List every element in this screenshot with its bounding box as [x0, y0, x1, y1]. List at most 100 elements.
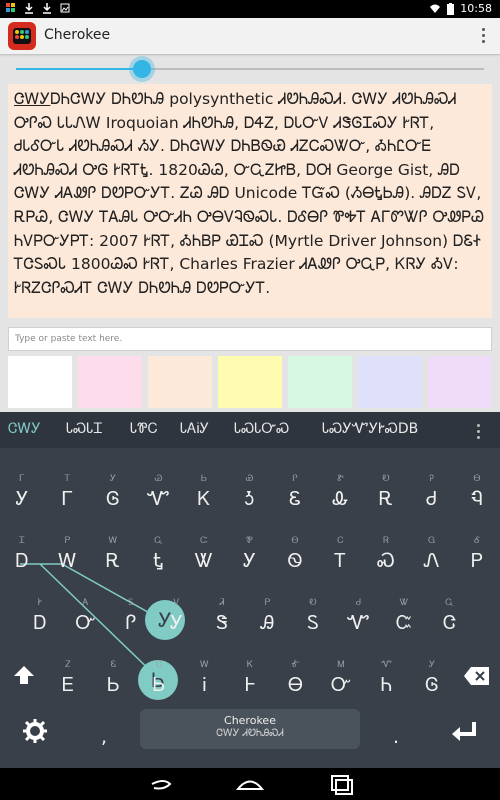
key[interactable]: ᏣᏏ: [137, 660, 181, 710]
key[interactable]: ᏊᏉ: [137, 474, 181, 524]
key[interactable]: ᏏᏦ: [182, 474, 226, 524]
key-hint: Ꭷ: [309, 598, 317, 608]
key[interactable]: ᏔᏨ: [382, 598, 426, 648]
key[interactable]: ᎾᏫ: [273, 536, 317, 586]
key-label: Ꮪ: [307, 612, 319, 634]
key[interactable]: ᎨᎠ: [18, 598, 62, 648]
key[interactable]: ᎱᎩ: [0, 474, 44, 524]
color-swatch[interactable]: [218, 356, 282, 408]
key-hint: Ꮲ: [64, 536, 71, 546]
key-label: Ꭱ: [378, 488, 394, 510]
suggestion-item[interactable]: ᏓᏍᏓᏆ: [66, 421, 103, 437]
key-label: Ꮀ: [244, 674, 256, 696]
key[interactable]: ᏟᎢ: [319, 536, 363, 586]
suggestion-item[interactable]: ᏣᎳᎩ: [8, 421, 41, 437]
key[interactable]: ᏘᏕ: [200, 598, 244, 648]
key-label: Ꭿ: [260, 612, 275, 634]
key[interactable]: ᎧᏚ: [291, 598, 335, 648]
key-label: Ꮤ: [194, 550, 214, 572]
key-hint: Ꮳ: [155, 660, 163, 670]
spacebar[interactable]: Cherokee ᏣᎳᎩ ᏗᏬᏂᎯᏍᏗ: [140, 709, 360, 749]
key-hint: Ꭾ: [429, 474, 434, 484]
key[interactable]: ᎳᎡ: [91, 536, 135, 586]
key[interactable]: ᏈᎩ: [228, 536, 272, 586]
key-hint: Ꮖ: [19, 536, 25, 546]
keyboard: ᏣᎳᎩ ᏓᏍᏓᏆ ᏓᏈᏟ ᏓᎪᎥᎩ ᏓᏍᏓᏅᏍ ᏓᏍᎩᏉᎩᎨᏍDB Ꭹ Ꮟ , Chero…: [0, 412, 500, 768]
suggestion-item[interactable]: ᏓᏍᏓᏅᏍ: [234, 421, 289, 437]
color-swatch[interactable]: [8, 356, 72, 408]
key[interactable]: ᎧᎡ: [364, 474, 408, 524]
key-label: Ꮲ: [471, 550, 483, 572]
suggestion-more-icon[interactable]: [477, 424, 480, 442]
backspace-icon: [464, 667, 489, 685]
cherokee-text-area[interactable]: ᏣᎳᎩᎠᏂᏣᎳᎩ ᎠᏂᏬᏂᎯ polysynthetic ᏗᏬᏂᎯᏍᏗ. ᏣᎳᎩ…: [8, 84, 492, 318]
key[interactable]: ᏢᎯ: [246, 598, 290, 648]
key[interactable]: ᎷᏅ: [319, 660, 363, 710]
recent-apps-icon[interactable]: [320, 772, 360, 796]
key[interactable]: ᏑᎲ: [319, 474, 363, 524]
key-label: Ꮟ: [152, 674, 166, 696]
comma-key[interactable]: ,: [82, 712, 126, 762]
shift-key[interactable]: [10, 662, 38, 690]
enter-key[interactable]: [448, 718, 480, 746]
key[interactable]: ᏢᎳ: [46, 536, 90, 586]
key[interactable]: ᎹᎾ: [274, 660, 318, 710]
color-swatch[interactable]: [78, 356, 142, 408]
key[interactable]: ᏩᎿ: [137, 536, 181, 586]
key[interactable]: ᏋᏏ: [92, 660, 136, 710]
key-label: Ꮁ: [61, 488, 74, 510]
key[interactable]: ᏀᏁ: [410, 536, 454, 586]
key-hint: Ꮘ: [246, 536, 253, 546]
key[interactable]: ᎳᎥ: [183, 660, 227, 710]
font-size-slider[interactable]: [16, 60, 484, 78]
color-swatch[interactable]: [288, 356, 352, 408]
key[interactable]: ᎪᏅ: [64, 598, 108, 648]
gear-icon: [23, 719, 47, 743]
key[interactable]: ᏆᎠ: [0, 536, 44, 586]
color-swatch[interactable]: [148, 356, 212, 408]
slider-thumb[interactable]: [133, 60, 152, 78]
underlined-word: ᏣᎳᎩ: [14, 90, 51, 108]
key-label: Ꮸ: [395, 612, 413, 634]
suggestion-item[interactable]: ᏓᏈᏟ: [130, 421, 158, 437]
key[interactable]: ᏩᏣ: [428, 598, 472, 648]
text-input[interactable]: Type or paste text here.: [8, 327, 492, 351]
key[interactable]: ᎩᎶ: [410, 660, 454, 710]
key[interactable]: ᏯᎼ: [228, 474, 272, 524]
key-label: Ꮆ: [425, 674, 439, 696]
key-hint: Ꮓ: [65, 660, 71, 670]
color-swatch[interactable]: [428, 356, 492, 408]
home-icon[interactable]: [230, 772, 270, 796]
key[interactable]: ᏦᎰ: [228, 660, 272, 710]
suggestion-item[interactable]: ᏓᏍᎩᏉᎩᎨᏍDB: [322, 421, 418, 437]
key-label: Ꮆ: [106, 488, 120, 510]
key[interactable]: ᎵᏋ: [273, 474, 317, 524]
key-label: Ꮅ: [125, 612, 137, 634]
backspace-key[interactable]: [462, 664, 492, 688]
key[interactable]: ᎾᏄ: [455, 474, 499, 524]
key[interactable]: ᏒᏍ: [364, 536, 408, 586]
key[interactable]: ᏙᎩ: [155, 598, 199, 648]
app-grid-icon: [6, 3, 15, 12]
shift-icon: [14, 666, 34, 684]
key-label: Ꭹ: [15, 488, 29, 510]
back-icon[interactable]: [140, 772, 180, 796]
key[interactable]: ᏚᎵ: [109, 598, 153, 648]
key-label: Ꮃ: [58, 550, 77, 572]
key[interactable]: ᎩᎶ: [91, 474, 135, 524]
color-swatch[interactable]: [358, 356, 422, 408]
key[interactable]: ᎢᎱ: [46, 474, 90, 524]
app-logo-icon: [8, 22, 36, 50]
key[interactable]: ᏨᏔ: [182, 536, 226, 586]
overflow-menu-icon[interactable]: [482, 28, 486, 44]
key[interactable]: ᏉᏂ: [365, 660, 409, 710]
suggestion-item[interactable]: ᏓᎪᎥᎩ: [180, 421, 209, 437]
key-label: Ꭰ: [15, 550, 29, 572]
key-hint: Ꮹ: [445, 598, 454, 608]
key[interactable]: ᎮᏧ: [410, 474, 454, 524]
key[interactable]: ᏃᎬ: [46, 660, 90, 710]
key[interactable]: ᏧᏉ: [337, 598, 381, 648]
key[interactable]: ᎴᏢ: [455, 536, 499, 586]
period-key[interactable]: .: [374, 712, 418, 762]
settings-key[interactable]: [20, 716, 50, 746]
